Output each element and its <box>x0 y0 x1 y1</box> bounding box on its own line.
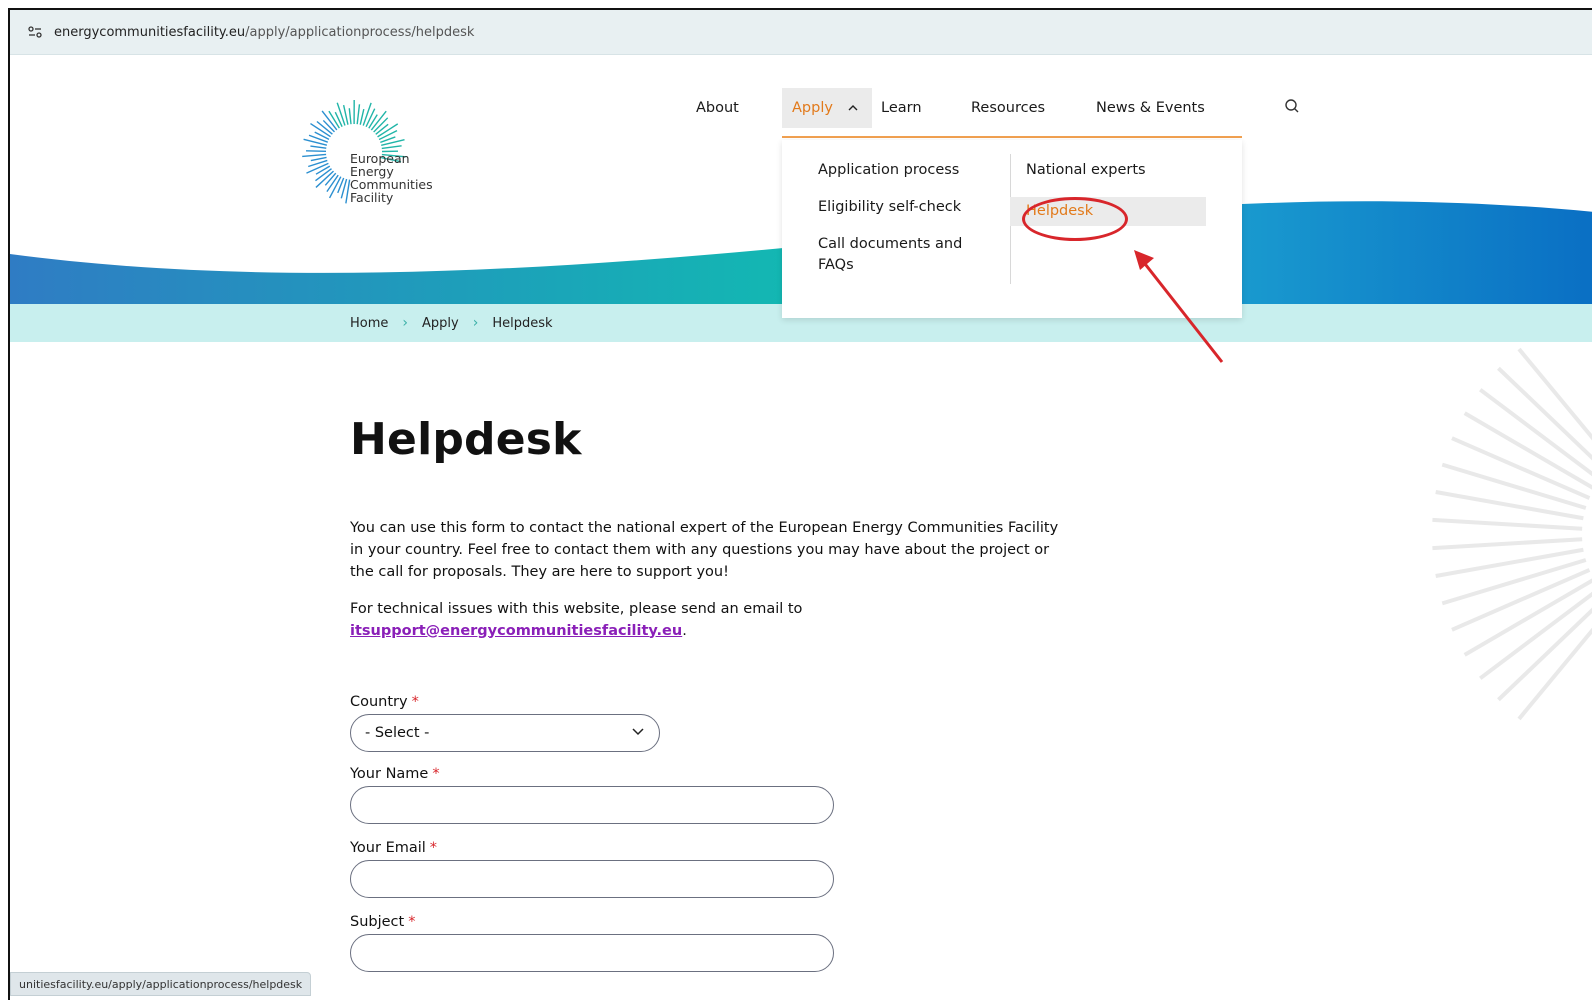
required-mark: * <box>411 694 419 710</box>
url-path: /apply/applicationprocess/helpdesk <box>245 24 475 40</box>
main-nav: About Apply Learn Resources News & Event… <box>10 88 1592 128</box>
subject-label-text: Subject <box>350 914 405 930</box>
breadcrumb: Home › Apply › Helpdesk <box>350 304 553 342</box>
main-content: Helpdesk You can use this form to contac… <box>350 414 1070 656</box>
subject-label: Subject * <box>350 914 850 930</box>
country-label: Country * <box>350 694 850 710</box>
decorative-sunburst <box>1432 347 1592 721</box>
email-label-text: Your Email <box>350 840 426 856</box>
breadcrumb-home[interactable]: Home <box>350 316 388 331</box>
tech-support-paragraph: For technical issues with this website, … <box>350 598 1070 642</box>
email-field[interactable] <box>350 860 834 898</box>
name-label: Your Name * <box>350 766 850 782</box>
name-label-text: Your Name <box>350 766 429 782</box>
nav-active-underline <box>782 136 1242 138</box>
browser-window: energycommunitiesfacility.eu/apply/appli… <box>8 8 1592 1000</box>
support-email-link[interactable]: itsupport@energycommunitiesfacility.eu <box>350 623 682 639</box>
dropdown-column-1: Application process Eligibility self-che… <box>818 160 998 292</box>
url-text[interactable]: energycommunitiesfacility.eu/apply/appli… <box>54 25 474 40</box>
country-select[interactable]: - Select - <box>350 714 660 752</box>
email-label: Your Email * <box>350 840 850 856</box>
logo-line-facility: Facility <box>350 190 394 205</box>
required-mark: * <box>432 766 440 782</box>
intro-paragraph: You can use this form to contact the nat… <box>350 520 1059 580</box>
site-info-icon[interactable] <box>26 23 44 41</box>
breadcrumb-current: Helpdesk <box>492 315 553 331</box>
nav-resources[interactable]: Resources <box>971 88 1045 128</box>
country-select-value: - Select - <box>365 725 430 741</box>
address-bar[interactable]: energycommunitiesfacility.eu/apply/appli… <box>10 10 1592 55</box>
name-field[interactable] <box>350 786 834 824</box>
tech-suffix: . <box>682 622 687 639</box>
menu-item-call-documents-faqs[interactable]: Call documents and FAQs <box>818 234 998 276</box>
tech-prefix: For technical issues with this website, … <box>350 600 803 617</box>
page-content: European Energy Communities Facility Abo… <box>10 54 1592 1000</box>
nav-about[interactable]: About <box>696 88 739 128</box>
nav-learn[interactable]: Learn <box>881 88 922 128</box>
annotation-circle <box>1022 197 1128 241</box>
nav-news-events[interactable]: News & Events <box>1096 88 1205 128</box>
url-domain: energycommunitiesfacility.eu <box>54 24 246 40</box>
subject-field[interactable] <box>350 934 834 972</box>
menu-item-application-process[interactable]: Application process <box>818 160 998 181</box>
chevron-down-icon <box>631 724 645 742</box>
required-mark: * <box>429 840 438 856</box>
search-icon[interactable] <box>1284 98 1300 114</box>
nav-apply[interactable]: Apply <box>782 88 872 128</box>
country-label-text: Country <box>350 694 408 710</box>
page-title: Helpdesk <box>350 414 582 465</box>
nav-apply-label: Apply <box>792 100 833 116</box>
logo-text[interactable]: European Energy Communities Facility <box>350 152 433 204</box>
menu-item-eligibility-self-check[interactable]: Eligibility self-check <box>818 197 998 218</box>
menu-item-national-experts[interactable]: National experts <box>1026 160 1226 181</box>
chevron-right-icon: › <box>402 315 408 331</box>
chevron-up-icon <box>847 102 859 114</box>
helpdesk-form: Country * - Select - Your Name * Your Emai… <box>350 694 850 988</box>
breadcrumb-apply[interactable]: Apply <box>422 316 459 331</box>
annotation-arrow <box>1134 250 1224 363</box>
chevron-right-icon: › <box>472 315 479 331</box>
status-bar-url: unitiesfacility.eu/apply/applicationproc… <box>10 972 312 996</box>
required-mark: * <box>408 914 416 930</box>
